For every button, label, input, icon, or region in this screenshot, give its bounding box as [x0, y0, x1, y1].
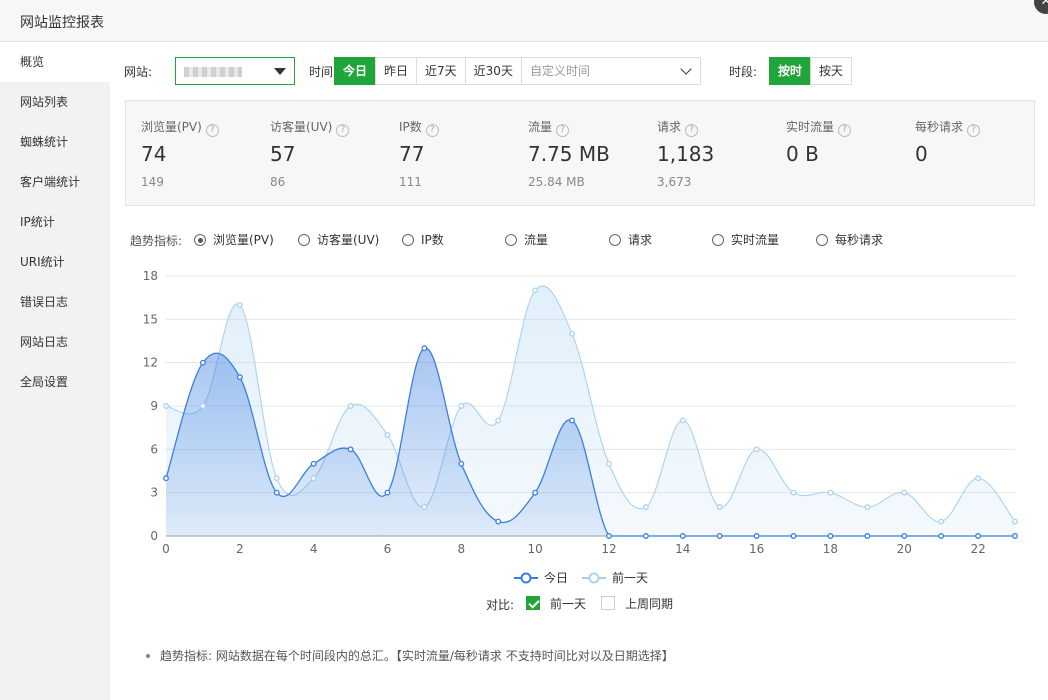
data-point — [310, 460, 317, 467]
data-point — [347, 446, 354, 453]
data-point — [569, 330, 575, 337]
x-tick-label: 4 — [310, 542, 318, 556]
x-tick-label: 8 — [457, 542, 465, 556]
data-point — [199, 359, 206, 366]
data-point — [901, 533, 908, 539]
sidebar-item-ip-stats[interactable]: IP统计 — [0, 202, 110, 242]
window-title: 网站监控报表 — [20, 15, 104, 31]
sidebar-item-spider-stats[interactable]: 蜘蛛统计 — [0, 122, 110, 162]
y-tick-label: 6 — [150, 442, 158, 456]
bullet-icon — [146, 654, 150, 658]
y-tick-label: 15 — [143, 312, 158, 326]
data-point — [495, 417, 502, 424]
trend-chart: 0 3 6 9 12 15 18 0 2 4 6 8 10 12 14 16 18 20 22 今日 前一天 — [143, 269, 1018, 585]
data-point — [606, 533, 612, 539]
data-point — [642, 533, 649, 539]
x-tick-label: 16 — [749, 542, 764, 556]
data-point — [864, 533, 871, 539]
data-point — [310, 475, 317, 482]
x-tick-label: 6 — [384, 542, 392, 556]
sidebar-item-site-log[interactable]: 网站日志 — [0, 322, 110, 362]
x-tick-label: 0 — [162, 542, 170, 556]
y-tick-label: 18 — [143, 269, 158, 283]
data-point — [716, 504, 723, 511]
x-tick-label: 2 — [236, 542, 244, 556]
x-tick-label: 20 — [897, 542, 912, 556]
legend-marker — [520, 572, 532, 584]
data-point — [199, 403, 206, 409]
data-point — [790, 489, 797, 496]
legend-label: 今日 — [544, 570, 568, 585]
data-point — [679, 417, 686, 424]
data-point — [495, 518, 502, 525]
sidebar-item-client-stats[interactable]: 客户端统计 — [0, 162, 110, 202]
compare-last-week-checkbox[interactable]: 上周同期 — [601, 596, 673, 612]
data-point — [273, 475, 280, 482]
data-point — [606, 460, 612, 467]
y-tick-label: 3 — [150, 486, 158, 500]
window-titlebar: 网站监控报表 — [0, 0, 1048, 42]
data-point — [569, 417, 575, 424]
data-point — [163, 403, 169, 409]
main-panel: 网站: 时间: 今日 昨日 近7天 近30天 自定义时间 时段: 按时 按天 浏… — [110, 42, 1048, 700]
data-point — [1012, 518, 1018, 525]
data-point — [753, 446, 760, 453]
data-point — [975, 533, 982, 539]
data-point — [642, 504, 649, 511]
data-point — [532, 489, 539, 496]
x-tick-label: 14 — [675, 542, 690, 556]
data-point — [975, 475, 982, 482]
x-tick-label: 12 — [601, 542, 616, 556]
data-point — [236, 374, 243, 381]
data-point — [901, 489, 908, 496]
sidebar-item-site-list[interactable]: 网站列表 — [0, 82, 110, 122]
data-point — [827, 533, 834, 539]
checkbox-icon — [526, 596, 540, 610]
sidebar-item-uri-stats[interactable]: URI统计 — [0, 242, 110, 282]
data-point — [421, 345, 428, 352]
data-point — [421, 504, 428, 511]
data-point — [384, 431, 391, 438]
data-point — [163, 475, 169, 482]
checkbox-icon — [601, 596, 615, 610]
data-point — [790, 533, 797, 539]
compare-previous-day-checkbox[interactable]: 前一天 — [526, 596, 586, 612]
data-point — [532, 287, 539, 294]
x-tick-label: 22 — [970, 542, 985, 556]
data-point — [1012, 533, 1018, 539]
y-tick-label: 0 — [150, 529, 158, 543]
data-point — [864, 504, 871, 511]
x-tick-label: 10 — [527, 542, 542, 556]
data-point — [273, 489, 280, 496]
sidebar-item-overview[interactable]: 概览 — [0, 42, 110, 82]
sidebar: 概览 网站列表 蜘蛛统计 客户端统计 IP统计 URI统计 错误日志 网站日志 … — [0, 42, 110, 700]
data-point — [458, 403, 465, 409]
trend-note: 趋势指标: 网站数据在每个时间段内的总汇。【实时流量/每秒请求 不支持时间比对以… — [146, 647, 674, 664]
sidebar-item-global-settings[interactable]: 全局设置 — [0, 362, 110, 402]
data-point — [679, 533, 686, 539]
data-point — [938, 518, 945, 525]
y-tick-label: 9 — [150, 399, 158, 413]
compare-label: 对比: — [486, 598, 515, 612]
y-tick-label: 12 — [143, 356, 158, 370]
x-tick-label: 18 — [823, 542, 838, 556]
data-point — [384, 489, 391, 496]
data-point — [753, 533, 760, 539]
legend-label: 前一天 — [612, 570, 648, 585]
data-point — [716, 533, 723, 539]
data-point — [827, 489, 834, 496]
data-point — [458, 460, 465, 467]
data-point — [236, 301, 243, 308]
legend-marker — [588, 572, 600, 584]
data-point — [347, 403, 354, 409]
data-point — [938, 533, 945, 539]
sidebar-item-error-log[interactable]: 错误日志 — [0, 282, 110, 322]
